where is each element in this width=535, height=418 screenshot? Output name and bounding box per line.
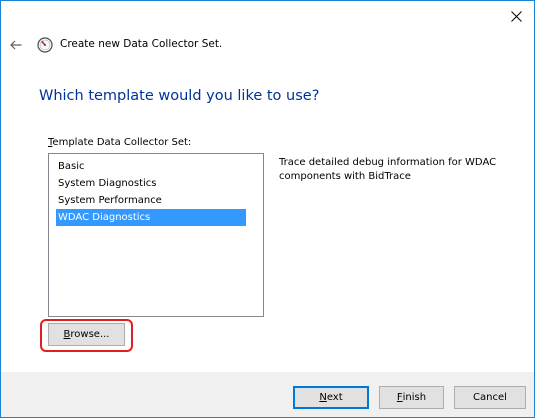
list-item-basic[interactable]: Basic [56, 158, 246, 175]
browse-button[interactable]: Browse... [48, 323, 125, 346]
browse-label: rowse... [70, 329, 110, 340]
next-label: ext [326, 392, 343, 403]
cancel-button[interactable]: Cancel [454, 386, 526, 409]
close-button[interactable] [504, 5, 528, 27]
back-button[interactable] [9, 37, 23, 53]
close-icon [510, 10, 522, 22]
list-item-system-diagnostics[interactable]: System Diagnostics [56, 175, 246, 192]
template-list-label-text: emplate Data Collector Set: [52, 137, 192, 148]
template-listbox[interactable]: Basic System Diagnostics System Performa… [48, 153, 264, 317]
page-heading: Which template would you like to use? [39, 88, 320, 104]
finish-label: inish [402, 392, 427, 403]
next-button[interactable]: Next [293, 386, 369, 409]
back-arrow-icon [10, 40, 22, 50]
wizard-title: Create new Data Collector Set. [60, 38, 223, 50]
template-list-label: Template Data Collector Set: [48, 137, 191, 148]
browse-mnemonic: B [63, 329, 71, 340]
list-item-wdac-diagnostics[interactable]: WDAC Diagnostics [56, 209, 246, 226]
template-description: Trace detailed debug information for WDA… [279, 157, 497, 182]
wizard-window: Create new Data Collector Set. Which tem… [0, 0, 535, 418]
next-mnemonic: N [319, 392, 327, 403]
performance-monitor-icon [37, 37, 53, 53]
finish-button[interactable]: Finish [379, 386, 444, 409]
list-item-system-performance[interactable]: System Performance [56, 192, 246, 209]
